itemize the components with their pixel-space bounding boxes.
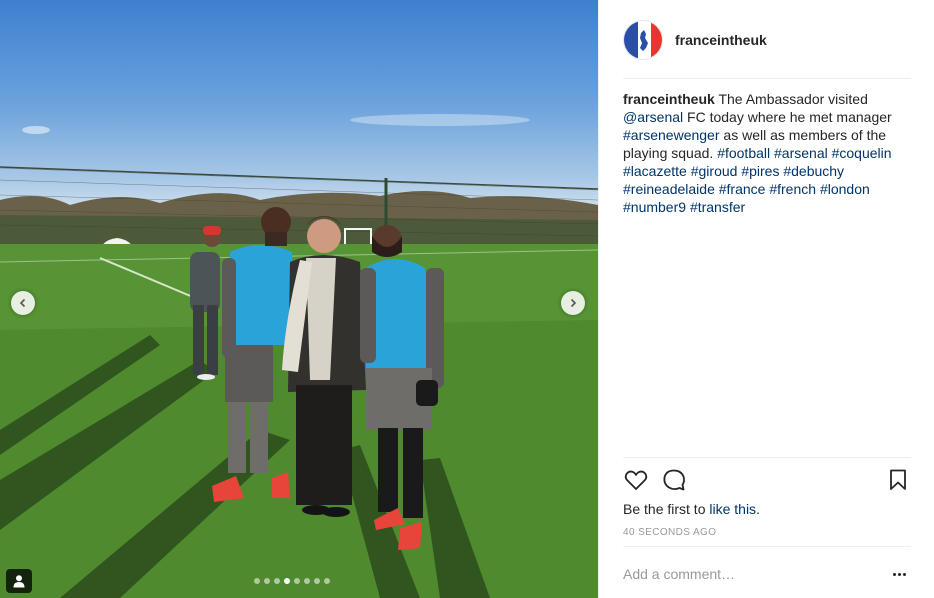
more-options-icon [892, 572, 896, 576]
likes-prefix: Be the first to [623, 501, 710, 517]
save-button[interactable] [885, 467, 911, 493]
likes-suffix: . [756, 501, 760, 517]
hashtag-link[interactable]: #french [769, 181, 816, 197]
carousel-dot [304, 578, 310, 584]
hashtag-link[interactable]: #reineadelaide [623, 181, 715, 197]
carousel-dot [294, 578, 300, 584]
post-details-panel: franceintheuk franceintheuk The Ambassad… [598, 0, 934, 598]
carousel-dot [314, 578, 320, 584]
mention-link[interactable]: @arsenal [623, 109, 683, 125]
caption-text: FC today where he met manager [683, 109, 892, 125]
bookmark-icon [890, 469, 906, 490]
comment-button[interactable] [661, 467, 687, 493]
user-tag-icon [13, 575, 25, 588]
hashtag-link[interactable]: #football [717, 145, 770, 161]
carousel-dot [274, 578, 280, 584]
caption-divider [623, 457, 911, 458]
hashtag-link[interactable]: #london [820, 181, 870, 197]
comment-bubble-icon [663, 469, 685, 491]
post-actions [623, 467, 913, 493]
post-photo[interactable] [0, 0, 598, 598]
carousel-dot [324, 578, 330, 584]
france-uk-flag-icon [624, 21, 662, 59]
post-timestamp[interactable]: 40 SECONDS AGO [623, 527, 716, 538]
like-this-link[interactable]: like this [709, 501, 756, 517]
post-caption: franceintheuk The Ambassador visited @ar… [623, 90, 913, 216]
chevron-right-icon [570, 298, 577, 308]
hashtag-link[interactable]: #arsenal [774, 145, 828, 161]
carousel-dot [254, 578, 260, 584]
hashtag-link[interactable]: #giroud [691, 163, 738, 179]
photo-scene [0, 114, 598, 598]
comment-divider [623, 546, 911, 547]
more-options-dot [902, 572, 906, 576]
hashtag-link[interactable]: #pires [741, 163, 779, 179]
header-divider [623, 78, 911, 79]
heart-icon [624, 470, 648, 490]
hashtag-link[interactable]: #transfer [690, 199, 745, 215]
more-options-dot [897, 572, 901, 576]
carousel-prev-button[interactable] [11, 291, 35, 315]
tagged-users-button[interactable] [6, 569, 32, 593]
like-button[interactable] [623, 467, 649, 493]
carousel-dot [264, 578, 270, 584]
post-author-username[interactable]: franceintheuk [675, 32, 767, 48]
caption-username[interactable]: franceintheuk [623, 91, 715, 107]
hashtag-link[interactable]: #france [719, 181, 766, 197]
hashtag-link[interactable]: #arsenewenger [623, 127, 720, 143]
carousel-next-button[interactable] [561, 291, 585, 315]
carousel-indicator [0, 578, 598, 584]
carousel-dot [284, 578, 290, 584]
caption-text: The Ambassador visited [714, 91, 868, 107]
avatar[interactable] [623, 20, 663, 60]
comment-input[interactable] [623, 563, 883, 585]
hashtag-link[interactable]: #coquelin [832, 145, 892, 161]
hashtag-link[interactable]: #lacazette [623, 163, 687, 179]
more-options-button[interactable] [889, 566, 909, 582]
hashtag-link[interactable]: #number9 [623, 199, 686, 215]
hashtag-link[interactable]: #debuchy [783, 163, 844, 179]
likes-summary: Be the first to like this. [623, 501, 760, 517]
post-header: franceintheuk [623, 20, 767, 60]
chevron-left-icon [19, 298, 26, 308]
